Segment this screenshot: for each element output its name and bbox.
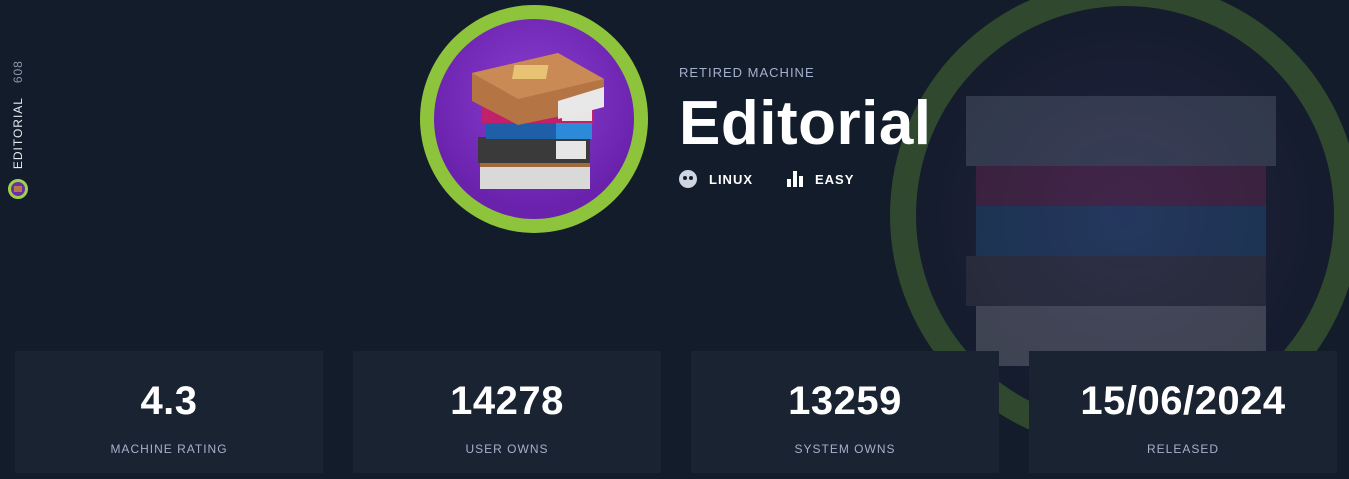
stat-card-released: 15/06/2024 RELEASED bbox=[1029, 351, 1337, 473]
machine-header-page: EDITORIAL 608 RETIRED MACHINE Editorial … bbox=[0, 0, 1349, 479]
page-title: Editorial bbox=[679, 89, 932, 158]
stat-card-rating: 4.3 MACHINE RATING bbox=[15, 351, 323, 473]
stat-card-user-owns: 14278 USER OWNS bbox=[353, 351, 661, 473]
stat-label: USER OWNS bbox=[465, 442, 549, 456]
os-label: LINUX bbox=[709, 171, 753, 187]
stat-label: RELEASED bbox=[1146, 442, 1220, 456]
stat-value: 4.3 bbox=[140, 379, 198, 423]
side-machine-label: EDITORIAL 608 bbox=[8, 60, 28, 200]
machine-status-label: RETIRED MACHINE bbox=[679, 65, 815, 80]
stat-value: 14278 bbox=[450, 379, 564, 423]
stat-label: MACHINE RATING bbox=[110, 442, 228, 456]
difficulty-indicator: EASY bbox=[787, 171, 854, 187]
stats-row: 4.3 MACHINE RATING 14278 USER OWNS 13259… bbox=[15, 351, 1337, 473]
difficulty-label: EASY bbox=[815, 171, 855, 187]
difficulty-bars-icon bbox=[787, 171, 803, 187]
stat-value: 13259 bbox=[788, 379, 902, 423]
stat-value: 15/06/2024 bbox=[1080, 379, 1286, 423]
machine-meta: LINUX EASY bbox=[679, 170, 854, 188]
books-icon-faded bbox=[966, 96, 1276, 366]
side-avatar-icon[interactable] bbox=[8, 179, 28, 200]
side-machine-name: EDITORIAL bbox=[11, 97, 25, 170]
linux-icon bbox=[679, 170, 697, 188]
stat-card-system-owns: 13259 SYSTEM OWNS bbox=[691, 351, 999, 473]
stat-label: SYSTEM OWNS bbox=[794, 442, 896, 456]
machine-avatar bbox=[420, 5, 648, 233]
side-machine-number: 608 bbox=[11, 60, 25, 84]
side-text: EDITORIAL 608 bbox=[11, 60, 25, 169]
books-stack-icon bbox=[472, 53, 604, 189]
os-indicator: LINUX bbox=[679, 170, 753, 188]
